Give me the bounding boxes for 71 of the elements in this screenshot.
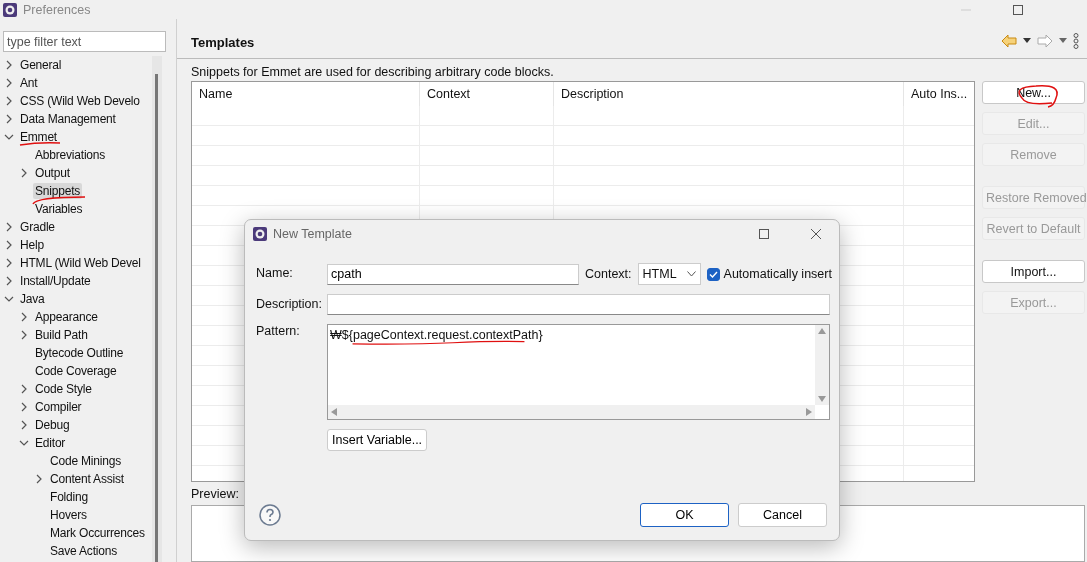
tree-item[interactable]: Snippets [33, 183, 83, 199]
tree-item[interactable]: HTML (Wild Web Devel [18, 255, 143, 271]
tree-item[interactable]: Save Actions [48, 543, 119, 559]
chevron-right-icon[interactable] [19, 168, 29, 178]
dropdown-icon[interactable] [1023, 38, 1031, 43]
app-icon [253, 227, 267, 241]
app-icon [3, 2, 17, 17]
tree-item[interactable]: Editor [33, 435, 68, 451]
tree-item[interactable]: Code Style [33, 381, 94, 397]
column-header[interactable]: Context [420, 82, 554, 106]
tree-item[interactable]: Abbreviations [33, 147, 108, 163]
tree-item[interactable]: Code Minings [48, 453, 123, 469]
cancel-button[interactable]: Cancel [738, 503, 827, 527]
scrollbar[interactable] [152, 56, 162, 562]
pattern-label: Pattern: [256, 324, 301, 338]
tree-item[interactable]: Java [18, 291, 47, 307]
tree-item[interactable]: Compiler [33, 399, 84, 415]
checkbox-label[interactable]: Automatically insert [723, 267, 832, 281]
description-label: Description: [256, 296, 323, 311]
context-dropdown[interactable]: HTML [637, 263, 701, 285]
name-field[interactable]: cpath [327, 263, 579, 285]
description-field[interactable] [327, 294, 830, 315]
context-label: Context: [585, 267, 632, 281]
tree-item[interactable]: Content Assist [48, 471, 126, 487]
column-header[interactable]: Description [554, 82, 904, 106]
chevron-right-icon[interactable] [34, 474, 44, 484]
action-button[interactable]: Import... [982, 260, 1085, 283]
filter-field[interactable]: type filter text [3, 31, 166, 52]
maximize-icon[interactable] [1013, 4, 1023, 15]
tree-item[interactable]: Mark Occurrences [48, 525, 147, 541]
annotation-underline [19, 140, 61, 147]
pattern-text: ₩${pageContext.request.contextPath} [330, 328, 543, 342]
tree-item[interactable]: Hovers [48, 507, 89, 523]
more-options-icon[interactable] [1073, 32, 1079, 49]
tree-item[interactable]: Folding [48, 489, 90, 505]
window-title: Preferences [23, 2, 92, 17]
tree-item[interactable]: Ant [18, 75, 40, 91]
tree-item[interactable]: Build Path [33, 327, 90, 343]
tree-item[interactable]: Gradle [18, 219, 57, 235]
tree-item[interactable]: CSS (Wild Web Develo [18, 93, 142, 109]
tree-item[interactable]: Install/Update [18, 273, 93, 289]
tree-item[interactable]: Help [18, 237, 46, 253]
chevron-down-icon[interactable] [19, 438, 29, 448]
insert-variable-button[interactable]: Insert Variable... [327, 429, 428, 451]
ok-button[interactable]: OK [640, 503, 729, 527]
checkbox[interactable] [706, 267, 720, 281]
tree-item[interactable]: Emmet [18, 129, 59, 145]
page-title: Templates [191, 34, 256, 50]
tree-item[interactable]: Bytecode Outline [33, 345, 126, 361]
dialog-title: New Template [273, 227, 353, 241]
column-header[interactable]: Name [192, 82, 420, 106]
tree-item[interactable]: Output [33, 165, 72, 181]
tree-item[interactable]: Variables [33, 201, 85, 217]
tree-item[interactable]: Debug [33, 417, 72, 433]
pattern-editor[interactable]: ₩${pageContext.request.contextPath} [327, 324, 830, 420]
maximize-icon[interactable] [759, 229, 769, 239]
tree-item[interactable]: General [18, 57, 64, 73]
chevron-down-icon[interactable] [4, 132, 14, 142]
close-icon[interactable] [811, 229, 821, 239]
chevron-down-icon [686, 271, 696, 277]
chevron-down-icon[interactable] [4, 294, 14, 304]
back-arrow-icon[interactable] [1001, 33, 1017, 48]
help-icon[interactable] [259, 504, 281, 526]
preview-label: Preview: [191, 487, 240, 503]
tree-item[interactable]: Code Coverage [33, 363, 119, 379]
tree-item[interactable]: Data Management [18, 111, 118, 127]
tree-item[interactable]: Appearance [33, 309, 100, 325]
name-label: Name: [256, 265, 294, 280]
dropdown-icon[interactable] [1059, 38, 1067, 43]
page-description: Snippets for Emmet are used for describing arbitrary code blocks. [191, 65, 555, 81]
column-header[interactable]: Auto Ins... [904, 82, 974, 106]
